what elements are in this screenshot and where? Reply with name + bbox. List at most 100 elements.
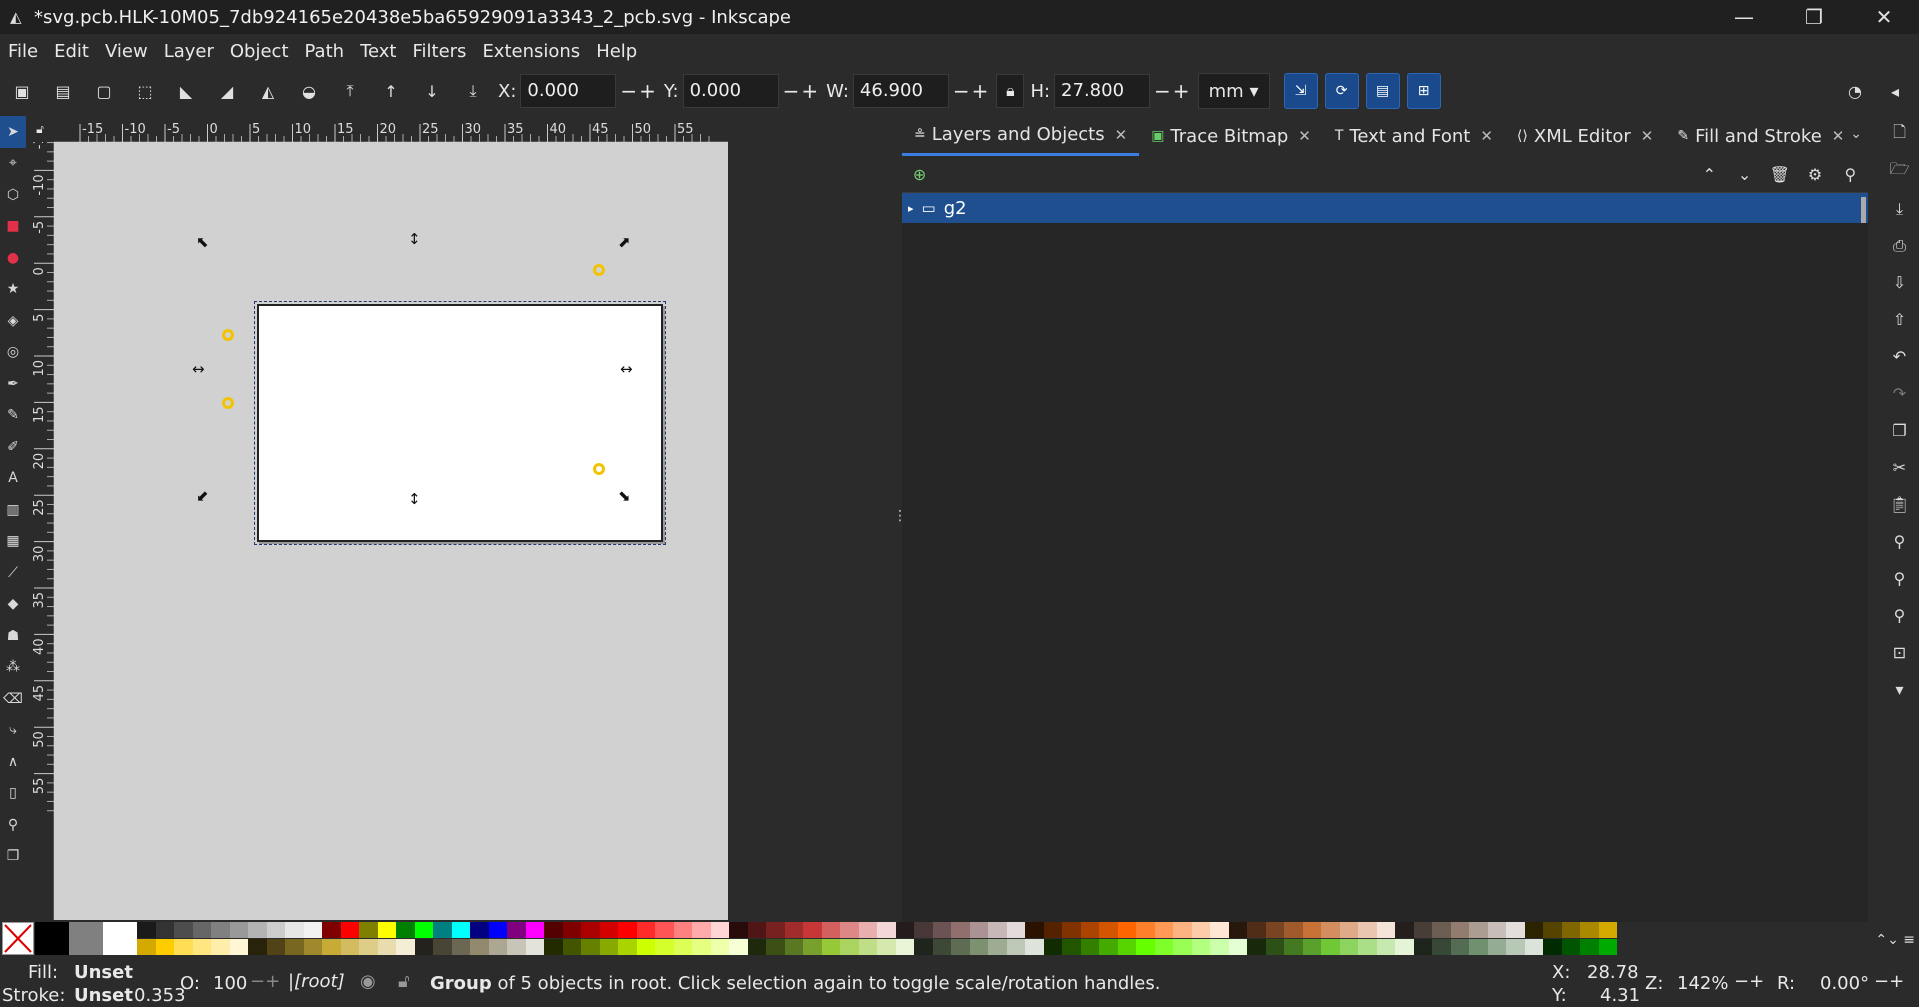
palette-swatch[interactable] [1191, 922, 1210, 938]
palette-swatch[interactable] [1062, 939, 1081, 955]
palette-swatch[interactable] [803, 939, 822, 955]
rotation-value[interactable]: 0.00° [1820, 973, 1869, 994]
menu-view[interactable]: View [105, 41, 148, 62]
delete-icon[interactable]: 🗑︎ [1762, 156, 1797, 192]
fill-value[interactable]: Unset [74, 962, 133, 983]
palette-swatch[interactable] [1598, 939, 1617, 955]
palette-swatch[interactable] [322, 922, 341, 938]
palette-swatch[interactable] [821, 922, 840, 938]
palette-swatch[interactable] [1395, 922, 1414, 938]
palette-swatch[interactable] [1284, 922, 1303, 938]
palette-swatch[interactable] [1062, 922, 1081, 938]
palette-swatch[interactable] [1580, 922, 1599, 938]
palette-swatch[interactable] [1543, 939, 1562, 955]
palette-swatch[interactable] [1099, 922, 1118, 938]
swatch-black[interactable] [35, 922, 69, 955]
palette-swatch[interactable] [433, 939, 452, 955]
raise-icon[interactable]: ↑ [375, 75, 407, 107]
palette-swatch[interactable] [1524, 922, 1543, 938]
pencil-tool-icon[interactable]: ✎ [0, 400, 26, 432]
copy-icon[interactable]: ❐ [1880, 412, 1919, 449]
flip-horizontal-icon[interactable]: ◭ [252, 75, 284, 107]
palette-swatch[interactable] [1173, 922, 1192, 938]
tab-xml-editor[interactable]: ⟨⟩ XML Editor ✕ [1505, 116, 1665, 156]
palette-swatch[interactable] [1043, 939, 1062, 955]
palette-swatch[interactable] [932, 939, 951, 955]
palette-swatch[interactable] [969, 939, 988, 955]
select-all-layers-icon[interactable]: ▤ [47, 75, 79, 107]
palette-swatch[interactable] [192, 939, 211, 955]
palette-swatch[interactable] [266, 922, 285, 938]
palette-swatch[interactable] [137, 922, 156, 938]
palette-swatch[interactable] [1339, 939, 1358, 955]
palette-swatch[interactable] [377, 939, 396, 955]
menu-help[interactable]: Help [596, 41, 637, 62]
flip-vertical-icon[interactable]: ◒ [293, 75, 325, 107]
new-document-icon[interactable]: 🗋︎ [1880, 116, 1919, 153]
add-layer-icon[interactable]: ⊕ [902, 156, 937, 192]
palette-swatch[interactable] [1117, 939, 1136, 955]
tab-text-and-font[interactable]: T Text and Font ✕ [1323, 116, 1505, 156]
rectangle-tool-icon[interactable]: ■ [0, 211, 26, 243]
touch-select-icon[interactable]: ⬚ [129, 75, 161, 107]
swatch-white[interactable] [103, 922, 137, 955]
palette-swatch[interactable] [747, 922, 766, 938]
scale-corners-icon[interactable]: ⟳ [1324, 73, 1359, 109]
pages-tool-icon[interactable]: ❐ [0, 841, 26, 873]
menu-object[interactable]: Object [230, 41, 289, 62]
palette-swatch[interactable] [1284, 939, 1303, 955]
x-stepper[interactable]: −+ [620, 79, 658, 103]
select-all-icon[interactable]: ▣ [6, 75, 38, 107]
palette-swatch[interactable] [914, 939, 933, 955]
tree-row-g2[interactable]: ▸ ▭ g2 [902, 193, 1868, 223]
lower-to-bottom-icon[interactable]: ⤓ [457, 75, 489, 107]
more-commands-chevron-icon[interactable]: ▾ [1880, 671, 1919, 708]
menu-path[interactable]: Path [305, 41, 345, 62]
palette-swatch[interactable] [951, 939, 970, 955]
node-tool-icon[interactable]: ⌖ [0, 148, 26, 180]
opacity-stepper[interactable]: −+ [250, 971, 280, 992]
dropper-tool-icon[interactable]: ⟋ [0, 557, 26, 589]
pad-circle[interactable] [222, 397, 234, 409]
menu-file[interactable]: File [8, 41, 38, 62]
scale-handle-se-icon[interactable]: ⬊ [618, 489, 631, 504]
palette-swatch[interactable] [1543, 922, 1562, 938]
h-stepper[interactable]: −+ [1154, 79, 1192, 103]
no-paint-swatch[interactable] [2, 922, 34, 955]
tab-trace-bitmap[interactable]: ▣ Trace Bitmap ✕ [1139, 116, 1323, 156]
menu-edit[interactable]: Edit [54, 41, 89, 62]
layer-visibility-icon[interactable]: ◉ [360, 971, 376, 992]
scale-handle-e-icon[interactable]: ↔ [620, 362, 633, 377]
zoom-stepper[interactable]: −+ [1734, 971, 1764, 992]
rotate-cw-icon[interactable]: ◢ [211, 75, 243, 107]
palette-swatch[interactable] [673, 939, 692, 955]
palette-swatch[interactable] [914, 922, 933, 938]
palette-swatch[interactable] [1136, 939, 1155, 955]
palette-swatch[interactable] [229, 939, 248, 955]
palette-swatch[interactable] [1487, 939, 1506, 955]
palette-swatch[interactable] [988, 922, 1007, 938]
scale-handle-s-icon[interactable]: ↕ [408, 492, 421, 507]
palette-swatch[interactable] [655, 922, 674, 938]
palette-swatch[interactable] [840, 922, 859, 938]
h-input[interactable]: 27.800 [1054, 74, 1151, 108]
export-icon[interactable]: ⇧ [1880, 301, 1919, 338]
palette-swatch[interactable] [1432, 922, 1451, 938]
current-layer[interactable]: |[root] [288, 971, 345, 992]
palette-swatch[interactable] [1006, 922, 1025, 938]
palette-scroll-controls-icon[interactable]: ⌃⌄ ≡ [1875, 932, 1915, 948]
palette-swatch[interactable] [1247, 939, 1266, 955]
palette-swatch[interactable] [525, 939, 544, 955]
palette-swatch[interactable] [1006, 939, 1025, 955]
palette-swatch[interactable] [414, 939, 433, 955]
pen-tool-icon[interactable]: ✒ [0, 368, 26, 400]
palette-swatch[interactable] [1506, 922, 1525, 938]
palette-swatch[interactable] [1358, 922, 1377, 938]
scale-handle-n-icon[interactable]: ↕ [408, 232, 421, 247]
palette-swatch[interactable] [766, 939, 785, 955]
tweak-tool-icon[interactable]: ☗ [0, 620, 26, 652]
x-input[interactable]: 0.000 [520, 74, 617, 108]
palette-swatch[interactable] [784, 939, 803, 955]
scale-handle-sw-icon[interactable]: ⬋ [196, 489, 209, 504]
palette-swatch[interactable] [1154, 939, 1173, 955]
